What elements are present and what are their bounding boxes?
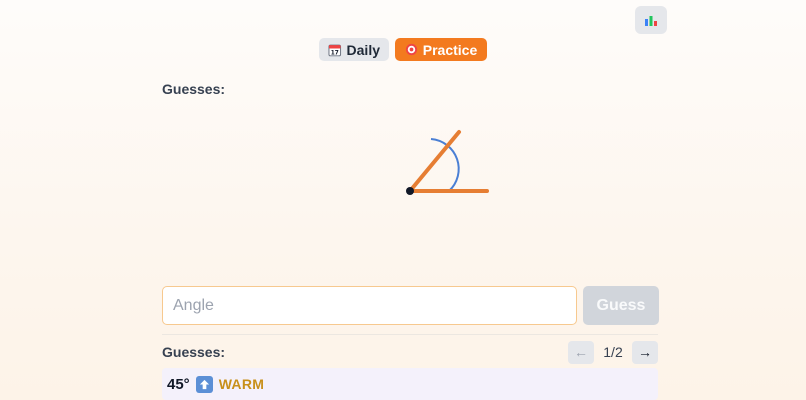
history-guesses-label: Guesses: — [162, 344, 226, 360]
angle-display — [406, 130, 489, 195]
guess-form: Guess — [162, 286, 659, 325]
prev-page-button[interactable]: ← — [568, 340, 594, 364]
next-page-button[interactable]: → — [632, 340, 658, 364]
divider — [162, 334, 658, 335]
angle-input[interactable] — [162, 286, 577, 325]
angle-vertex — [406, 187, 414, 195]
mode-switcher: 17 Daily Practice — [0, 38, 806, 61]
guess-history-row: 45° WARM — [162, 368, 658, 400]
calendar-icon: 17 — [328, 44, 342, 56]
practice-mode-label: Practice — [422, 41, 478, 58]
guess-status: WARM — [218, 376, 265, 392]
puzzle-guesses-label: Guesses: — [162, 81, 226, 97]
app-root: 17 Daily Practice Guesses: Guess Guesses… — [0, 0, 806, 400]
daily-mode-label: Daily — [346, 41, 380, 58]
history-pager: ← 1/2 → — [568, 340, 658, 364]
page-indicator: 1/2 — [603, 344, 623, 360]
practice-mode-button[interactable]: Practice — [395, 38, 487, 61]
up-arrow-icon — [195, 375, 213, 393]
bar-chart-icon — [645, 16, 657, 26]
guess-button[interactable]: Guess — [583, 286, 659, 325]
daily-mode-button[interactable]: 17 Daily — [319, 38, 389, 61]
svg-text:17: 17 — [331, 50, 339, 56]
angle-rotated-ray — [408, 130, 461, 193]
target-icon — [405, 43, 417, 56]
stats-button[interactable] — [635, 6, 667, 34]
guess-value: 45° — [167, 375, 190, 393]
